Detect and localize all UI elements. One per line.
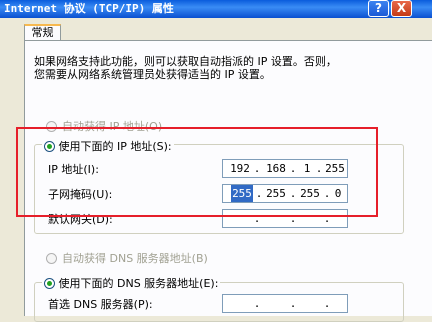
manual-dns-legend: 使用下面的 DNS 服务器地址(E): <box>42 275 221 291</box>
description-text: 如果网络支持此功能，则可以获取自动指派的 IP 设置。否则， 您需要从网络系统管… <box>34 55 414 81</box>
preferred-dns-label: 首选 DNS 服务器(P): <box>48 298 153 311</box>
dns-dot: . <box>253 297 261 310</box>
dns-dot: . <box>289 297 297 310</box>
description-line-2: 您需要从网络系统管理员处获得适当的 IP 设置。 <box>34 68 271 81</box>
preferred-dns-field[interactable]: . . . <box>222 294 348 313</box>
help-button[interactable]: ? <box>368 0 389 17</box>
close-button[interactable]: X <box>391 0 412 17</box>
tab-general[interactable]: 常规 <box>24 24 61 41</box>
manual-dns-label[interactable]: 使用下面的 DNS 服务器地址(E): <box>59 277 219 290</box>
highlight-box <box>16 127 378 217</box>
auto-dns-radio[interactable] <box>46 253 57 264</box>
title-bar[interactable]: Internet 协议 (TCP/IP) 属性 ? X <box>0 0 432 18</box>
manual-dns-radio[interactable] <box>44 277 55 289</box>
auto-dns-label[interactable]: 自动获得 DNS 服务器地址(B) <box>62 252 208 265</box>
description-line-1: 如果网络支持此功能，则可以获取自动指派的 IP 设置。否则， <box>34 55 337 68</box>
window-title: Internet 协议 (TCP/IP) 属性 <box>4 2 174 15</box>
dns-dot: . <box>323 297 331 310</box>
